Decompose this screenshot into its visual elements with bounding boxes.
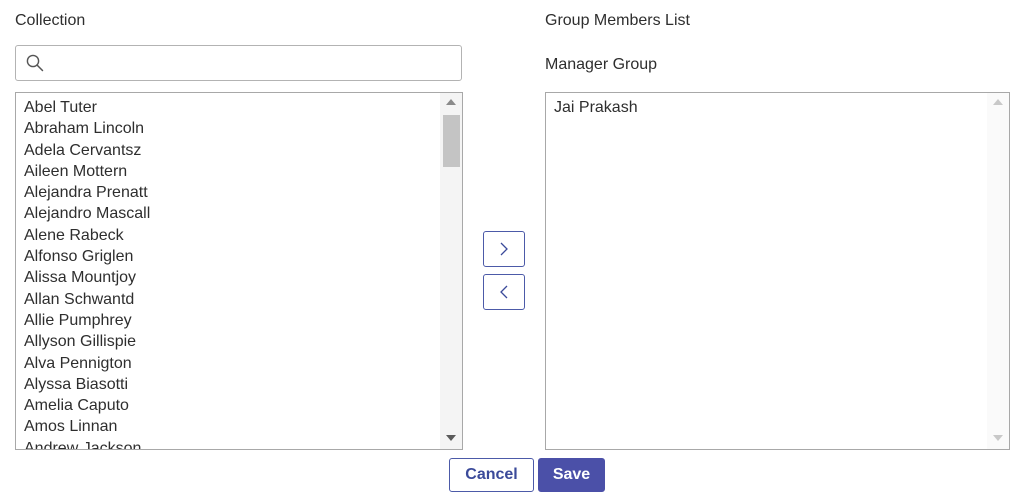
list-item[interactable]: Jai Prakash <box>554 97 983 118</box>
group-members-list[interactable]: Jai Prakash <box>545 92 1010 450</box>
scroll-down-icon[interactable] <box>446 435 456 441</box>
list-item[interactable]: Amelia Caputo <box>24 395 436 416</box>
list-item[interactable]: Alva Pennigton <box>24 353 436 374</box>
list-item[interactable]: Allyson Gillispie <box>24 331 436 352</box>
scroll-up-icon[interactable] <box>993 99 1003 105</box>
chevron-right-icon <box>500 242 508 256</box>
list-item[interactable]: Alejandro Mascall <box>24 203 436 224</box>
search-input[interactable] <box>54 50 458 78</box>
list-item[interactable]: Abraham Lincoln <box>24 118 436 139</box>
group-members-heading: Group Members List <box>545 12 690 29</box>
list-item[interactable]: Alejandra Prenatt <box>24 182 436 203</box>
collection-heading: Collection <box>15 12 86 29</box>
list-item[interactable]: Allie Pumphrey <box>24 310 436 331</box>
group-members-items: Jai Prakash <box>554 97 983 449</box>
list-item[interactable]: Abel Tuter <box>24 97 436 118</box>
list-item[interactable]: Amos Linnan <box>24 416 436 437</box>
list-item[interactable]: Adela Cervantsz <box>24 140 436 161</box>
collection-scrollbar[interactable] <box>440 93 462 449</box>
list-item[interactable]: Alissa Mountjoy <box>24 267 436 288</box>
remove-from-group-button[interactable] <box>483 274 525 310</box>
chevron-left-icon <box>500 285 508 299</box>
scroll-thumb[interactable] <box>443 115 460 167</box>
list-item[interactable]: Andrew Jackson <box>24 438 436 449</box>
search-box[interactable] <box>15 45 462 81</box>
collection-list[interactable]: Abel Tuter Abraham Lincoln Adela Cervantsz… <box>15 92 463 450</box>
cancel-button[interactable]: Cancel <box>449 458 534 492</box>
add-to-group-button[interactable] <box>483 231 525 267</box>
list-item[interactable]: Allan Schwantd <box>24 289 436 310</box>
list-item[interactable]: Alfonso Griglen <box>24 246 436 267</box>
group-name-label: Manager Group <box>545 56 658 73</box>
collection-items: Abel Tuter Abraham Lincoln Adela Cervantsz… <box>24 97 436 449</box>
scroll-up-icon[interactable] <box>446 99 456 105</box>
list-item[interactable]: Aileen Mottern <box>24 161 436 182</box>
search-icon <box>26 54 44 72</box>
list-item[interactable]: Alene Rabeck <box>24 225 436 246</box>
save-button[interactable]: Save <box>538 458 605 492</box>
members-scrollbar[interactable] <box>987 93 1009 449</box>
list-item[interactable]: Alyssa Biasotti <box>24 374 436 395</box>
scroll-down-icon[interactable] <box>993 435 1003 441</box>
